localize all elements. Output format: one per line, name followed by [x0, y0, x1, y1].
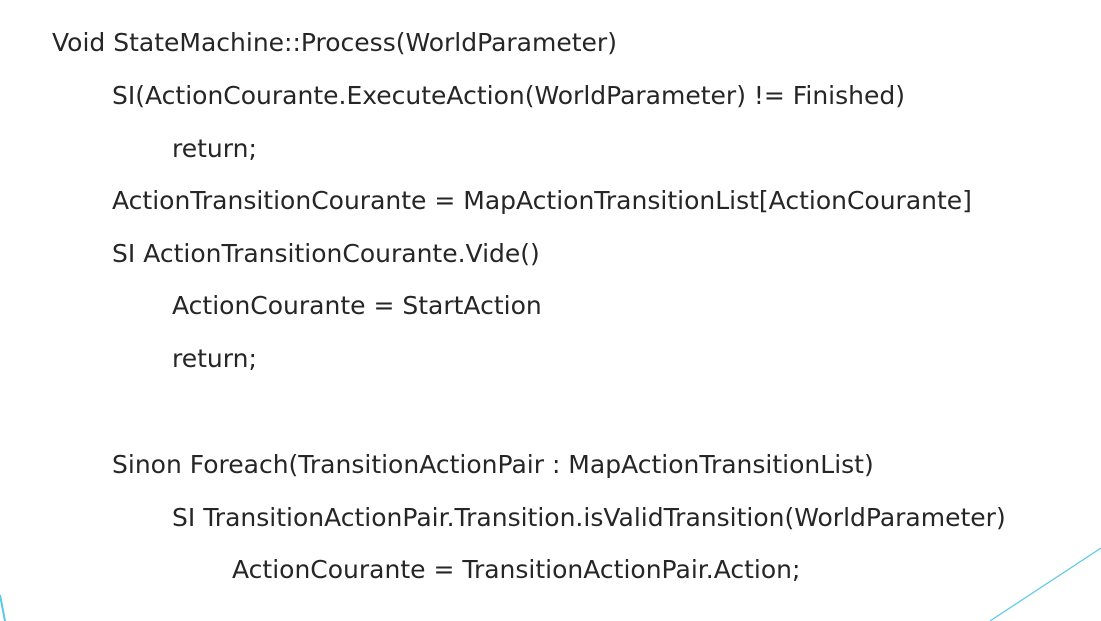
code-line-if-execute-action: SI(ActionCourante.ExecuteAction(WorldPar…	[112, 81, 905, 110]
code-line-assign-start-action: ActionCourante = StartAction	[172, 291, 542, 320]
code-line-if-valid-transition: SI TransitionActionPair.Transition.isVal…	[172, 503, 1006, 532]
code-line-else-foreach: Sinon Foreach(TransitionActionPair : Map…	[112, 450, 874, 479]
code-line-return-1: return;	[172, 134, 257, 163]
code-line-return-2: return;	[172, 344, 257, 373]
code-line-function-signature: Void StateMachine::Process(WorldParamete…	[52, 28, 617, 57]
pseudocode-block: Void StateMachine::Process(WorldParamete…	[0, 0, 1101, 621]
code-line-assign-action: ActionCourante = TransitionActionPair.Ac…	[232, 555, 801, 584]
code-line-transition-lookup: ActionTransitionCourante = MapActionTran…	[112, 186, 972, 215]
slide: Void StateMachine::Process(WorldParamete…	[0, 0, 1101, 621]
code-line-if-empty: SI ActionTransitionCourante.Vide()	[112, 239, 540, 268]
